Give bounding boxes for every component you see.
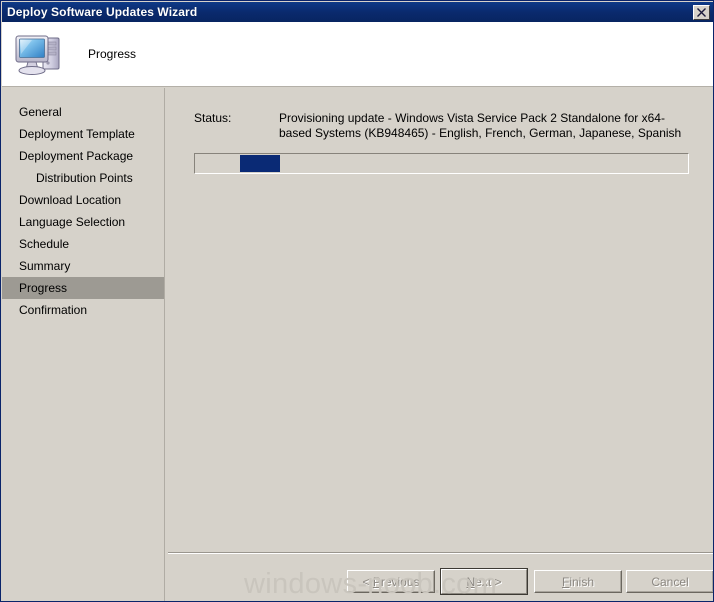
sidebar-item-deployment-template[interactable]: Deployment Template [2,123,164,145]
status-label: Status: [194,111,232,125]
window-title: Deploy Software Updates Wizard [7,5,198,19]
sidebar-item-deployment-package[interactable]: Deployment Package [2,145,164,167]
sidebar-item-schedule[interactable]: Schedule [2,233,164,255]
next-button-inner: Next > [441,569,527,594]
cancel-button[interactable]: Cancel [626,570,713,593]
next-button-label: Next > [466,574,502,589]
wizard-body: General Deployment Template Deployment P… [2,88,713,601]
wizard-header: Progress [2,22,713,87]
progress-bar-chunk [240,155,280,172]
status-value: Provisioning update - Windows Vista Serv… [279,111,682,140]
sidebar-item-general[interactable]: General [2,101,164,123]
sidebar-item-summary[interactable]: Summary [2,255,164,277]
sidebar-item-progress[interactable]: Progress [2,277,164,299]
computer-icon [12,30,66,78]
cancel-button-label: Cancel [651,574,689,589]
button-bar: < Previous Next > Finish Cancel [168,562,713,601]
sidebar-item-confirmation[interactable]: Confirmation [2,299,164,321]
sidebar-item-download-location[interactable]: Download Location [2,189,164,211]
page-title: Progress [88,47,137,61]
status-row: Status: Provisioning update - Windows Vi… [194,111,694,141]
sidebar-item-language-selection[interactable]: Language Selection [2,211,164,233]
previous-button[interactable]: < Previous [347,570,435,593]
wizard-steps-sidebar: General Deployment Template Deployment P… [2,88,165,601]
title-bar: Deploy Software Updates Wizard [2,2,713,22]
sidebar-item-distribution-points[interactable]: Distribution Points [2,167,164,189]
progress-bar [194,153,689,174]
finish-button[interactable]: Finish [534,570,622,593]
content-pane: Status: Provisioning update - Windows Vi… [168,88,713,601]
wizard-window: Deploy Software Updates Wizard Progress … [0,0,714,602]
close-button[interactable] [693,4,710,20]
next-button[interactable]: Next > [440,568,528,595]
footer-divider [168,552,713,554]
previous-button-label: < Previous [362,574,420,589]
finish-button-label: Finish [561,574,595,589]
